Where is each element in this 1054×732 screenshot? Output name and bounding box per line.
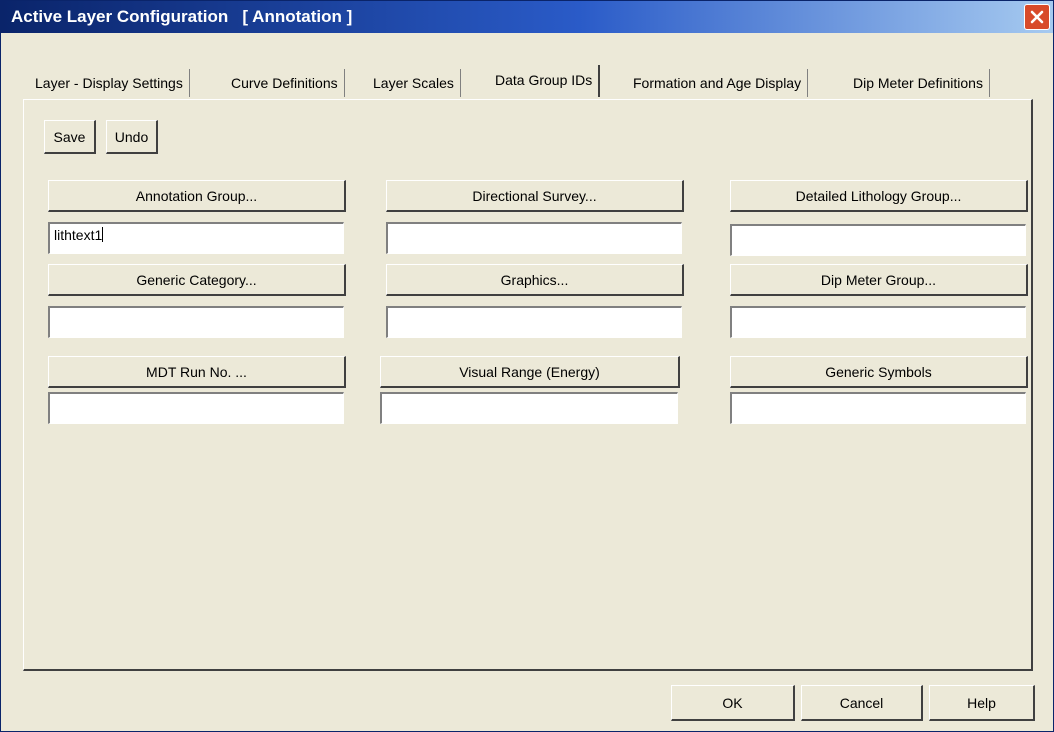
tab-label: Formation and Age Display: [633, 75, 802, 91]
generic-symbols-button[interactable]: Generic Symbols: [730, 356, 1028, 388]
generic-category-button[interactable]: Generic Category...: [48, 264, 346, 296]
tab-dip-meter-definitions[interactable]: Dip Meter Definitions: [847, 69, 990, 97]
help-button[interactable]: Help: [929, 685, 1035, 721]
tab-label: Dip Meter Definitions: [853, 75, 983, 91]
tab-label: Layer - Display Settings: [35, 75, 183, 91]
generic-symbols-field[interactable]: [730, 392, 1026, 424]
detailed-lithology-group-field[interactable]: [730, 224, 1026, 256]
generic-category-field[interactable]: [48, 306, 344, 338]
tab-curve-definitions[interactable]: Curve Definitions: [225, 69, 345, 97]
annotation-group-button[interactable]: Annotation Group...: [48, 180, 346, 212]
close-icon: [1030, 10, 1044, 24]
directional-survey-button[interactable]: Directional Survey...: [386, 180, 684, 212]
dialog-window: Active Layer Configuration [ Annotation …: [0, 0, 1054, 732]
data-group-ids-panel: Save Undo Annotation Group... Directiona…: [23, 99, 1033, 671]
detailed-lithology-group-button[interactable]: Detailed Lithology Group...: [730, 180, 1028, 212]
annotation-group-field[interactable]: lithtext1: [48, 222, 344, 254]
tab-label: Curve Definitions: [231, 75, 338, 91]
tab-formation-and-age-display[interactable]: Formation and Age Display: [627, 69, 809, 97]
graphics-button[interactable]: Graphics...: [386, 264, 684, 296]
dip-meter-group-button[interactable]: Dip Meter Group...: [730, 264, 1028, 296]
tab-layer-scales[interactable]: Layer Scales: [367, 69, 461, 97]
save-button[interactable]: Save: [44, 120, 96, 154]
visual-range-energy-button[interactable]: Visual Range (Energy): [380, 356, 680, 388]
ok-button[interactable]: OK: [671, 685, 795, 721]
graphics-field[interactable]: [386, 306, 682, 338]
tab-data-group-ids[interactable]: Data Group IDs: [489, 65, 601, 97]
mdt-run-no-field[interactable]: [48, 392, 344, 424]
text-caret: [102, 227, 104, 242]
mdt-run-no-button[interactable]: MDT Run No. ...: [48, 356, 346, 388]
window-title: Active Layer Configuration [ Annotation …: [11, 7, 353, 26]
tab-layer-display-settings[interactable]: Layer - Display Settings: [29, 69, 190, 97]
undo-button[interactable]: Undo: [106, 120, 158, 154]
directional-survey-field[interactable]: [386, 222, 682, 254]
dip-meter-group-field[interactable]: [730, 306, 1026, 338]
tab-label: Layer Scales: [373, 75, 454, 91]
field-value: lithtext1: [54, 227, 103, 243]
visual-range-energy-field[interactable]: [380, 392, 678, 424]
title-bar[interactable]: Active Layer Configuration [ Annotation …: [1, 1, 1053, 33]
close-button[interactable]: [1024, 4, 1050, 30]
tab-label: Data Group IDs: [495, 72, 593, 88]
cancel-button[interactable]: Cancel: [801, 685, 923, 721]
